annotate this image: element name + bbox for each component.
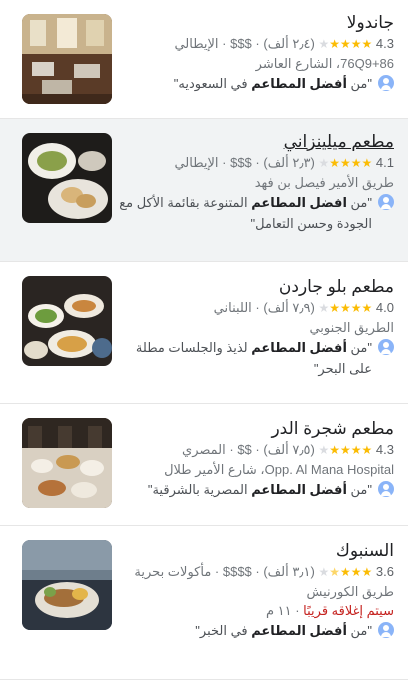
rating-value: 4.3 xyxy=(375,442,394,457)
address: الطريق الجنوبي xyxy=(309,320,394,335)
restaurant-photo[interactable] xyxy=(22,418,112,508)
price-level: $$$ xyxy=(230,36,252,51)
review-snippet: "من أفضل المطاعم المصرية بالشرقية" xyxy=(118,479,394,500)
address: Opp. Al Mana Hospital، شارع الأمير طلال xyxy=(164,462,394,477)
stars-icon: ★★★★ xyxy=(329,37,373,51)
rating-value: 3.6 xyxy=(375,564,394,579)
user-avatar-icon xyxy=(378,75,394,91)
restaurant-photo[interactable] xyxy=(22,276,112,366)
user-avatar-icon xyxy=(378,622,394,638)
cuisine: المصري xyxy=(182,442,226,457)
stars-icon: ★★★★ xyxy=(329,156,373,170)
rating-line: 4.0 ★★★★★ (٧٫٩ ألف) · اللبناني xyxy=(213,300,394,315)
review-count: (٧٫٩ ألف) xyxy=(263,300,315,315)
review-snippet: "من أفضل المطاعم في السعوديه" xyxy=(118,73,394,94)
price-level: $$$$ xyxy=(222,564,252,579)
star-empty-icon: ★ xyxy=(318,301,331,315)
review-count: (٣٫١ ألف) xyxy=(263,564,315,579)
review-snippet: "من افضل المطاعم المتنوعة بقائمة الأكل م… xyxy=(118,192,394,234)
review-count: (٢٫٤ ألف) xyxy=(263,36,315,51)
rating-line: 4.3 ★★★★★ (٧٫٥ ألف) · $$ · المصري xyxy=(182,442,394,457)
price-level: $$ xyxy=(237,442,252,457)
restaurant-photo[interactable] xyxy=(22,540,112,630)
star-empty-icon: ★ xyxy=(318,565,330,579)
restaurant-name[interactable]: مطعم ميلينزاني xyxy=(118,131,394,153)
restaurant-name[interactable]: مطعم بلو جاردن xyxy=(118,276,394,298)
user-avatar-icon xyxy=(378,194,394,210)
stars-icon: ★★★★ xyxy=(329,301,373,315)
address: طريق الكورنيش xyxy=(306,584,394,599)
address: 76Q9+86، الشارع العاشر xyxy=(255,56,394,71)
cuisine: مأكولات بحرية xyxy=(134,564,212,579)
star-empty-icon: ★ xyxy=(318,37,331,51)
rating-line: 4.1 ★★★★★ (٢٫٣ ألف) · $$$ · الإيطالي xyxy=(174,155,394,170)
restaurant-photo[interactable] xyxy=(22,133,112,223)
restaurant-list: جاندولا 4.3 ★★★★★ (٢٫٤ ألف) · $$$ · الإي… xyxy=(0,0,408,680)
user-avatar-icon xyxy=(378,339,394,355)
address: طريق الأمير فيصل بن فهد xyxy=(254,175,394,190)
cuisine: اللبناني xyxy=(213,300,252,315)
stars-icon: ★★★ xyxy=(340,565,373,579)
restaurant-card-blue-garden[interactable]: مطعم بلو جاردن 4.0 ★★★★★ (٧٫٩ ألف) · الل… xyxy=(0,262,408,404)
restaurant-photo[interactable] xyxy=(22,14,112,104)
review-count: (٧٫٥ ألف) xyxy=(263,442,315,457)
star-half-icon: ★ xyxy=(329,565,341,579)
review-count: (٢٫٣ ألف) xyxy=(263,155,315,170)
rating-line: 3.6 ★★★★★ (٣٫١ ألف) · $$$$ · مأكولات بحر… xyxy=(134,564,394,579)
rating-value: 4.1 xyxy=(375,155,394,170)
restaurant-card-shajarat-al-durr[interactable]: مطعم شجرة الدر 4.3 ★★★★★ (٧٫٥ ألف) · $$ … xyxy=(0,404,408,526)
rating-line: 4.3 ★★★★★ (٢٫٤ ألف) · $$$ · الإيطالي xyxy=(174,36,394,51)
stars-icon: ★★★★ xyxy=(329,443,373,457)
review-snippet: "من أفضل المطاعم في الخبر" xyxy=(118,620,394,641)
star-empty-icon: ★ xyxy=(318,156,331,170)
closing-time: ١١ م xyxy=(265,603,292,618)
price-level: $$$ xyxy=(230,155,252,170)
restaurant-name[interactable]: السنبوك xyxy=(118,540,394,562)
rating-value: 4.0 xyxy=(375,300,394,315)
restaurant-name[interactable]: مطعم شجرة الدر xyxy=(118,418,394,440)
restaurant-card-gandola[interactable]: جاندولا 4.3 ★★★★★ (٢٫٤ ألف) · $$$ · الإي… xyxy=(0,0,408,119)
rating-value: 4.3 xyxy=(375,36,394,51)
closing-soon-label: سيتم إغلاقه قريبًا xyxy=(303,603,394,618)
restaurant-card-melenzane[interactable]: مطعم ميلينزاني 4.1 ★★★★★ (٢٫٣ ألف) · $$$… xyxy=(0,119,408,262)
user-avatar-icon xyxy=(378,481,394,497)
cuisine: الإيطالي xyxy=(174,36,219,51)
restaurant-name[interactable]: جاندولا xyxy=(118,12,394,34)
star-empty-icon: ★ xyxy=(318,443,331,457)
cuisine: الإيطالي xyxy=(174,155,219,170)
closing-status: سيتم إغلاقه قريبًا · ١١ م xyxy=(265,603,394,618)
review-snippet: "من أفضل المطاعم لذيذ والجلسات مطلة على … xyxy=(118,337,394,379)
restaurant-card-sanbouk[interactable]: السنبوك 3.6 ★★★★★ (٣٫١ ألف) · $$$$ · مأك… xyxy=(0,526,408,680)
